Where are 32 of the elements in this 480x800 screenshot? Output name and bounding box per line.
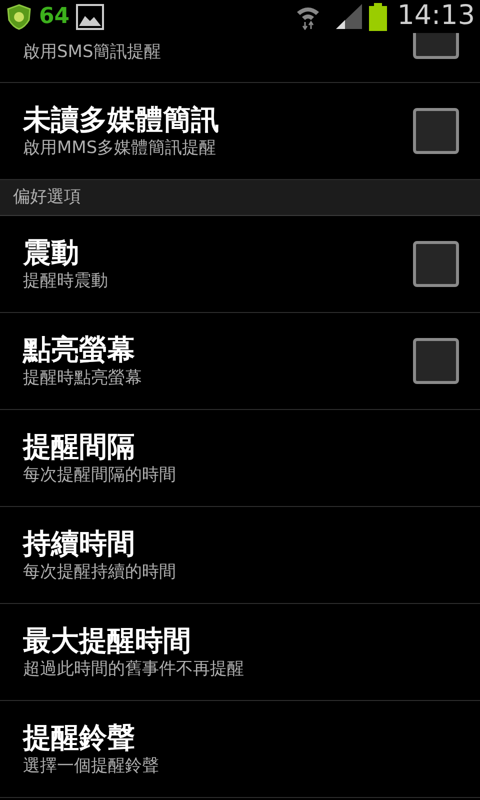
item-subtitle: 選擇一個提醒鈴聲 — [23, 755, 159, 777]
checkbox[interactable] — [413, 108, 459, 154]
item-subtitle: 啟用MMS多媒體簡訊提醒 — [23, 137, 218, 159]
checkbox[interactable] — [413, 241, 459, 287]
signal-icon — [335, 4, 364, 30]
item-subtitle: 啟用SMS簡訊提醒 — [23, 41, 162, 63]
item-title: 震動 — [23, 236, 80, 270]
item-title: 提醒間隔 — [23, 430, 136, 464]
clock: 14:13 — [397, 0, 475, 34]
settings-row[interactable]: 震動 提醒時震動 — [0, 216, 480, 313]
item-title: 點亮螢幕 — [23, 333, 136, 367]
settings-row[interactable]: 點亮螢幕 提醒時點亮螢幕 — [0, 313, 480, 410]
item-subtitle: 超過此時間的舊事件不再提醒 — [23, 658, 244, 680]
checkbox[interactable] — [413, 33, 459, 59]
section-header-text: 偏好選項 — [13, 186, 81, 209]
battery-icon — [369, 2, 388, 30]
shield-icon — [5, 2, 33, 30]
item-subtitle: 每次提醒間隔的時間 — [23, 464, 176, 486]
item-title: 持續時間 — [23, 527, 136, 561]
item-subtitle: 每次提醒持續的時間 — [23, 561, 176, 583]
settings-row[interactable]: 持續時間 每次提醒持續的時間 — [0, 507, 480, 604]
settings-row[interactable]: 提醒鈴聲 選擇一個提醒鈴聲 — [0, 701, 480, 798]
settings-row[interactable]: 最大提醒時間 超過此時間的舊事件不再提醒 — [0, 604, 480, 701]
item-title: 最大提醒時間 — [23, 624, 192, 658]
notification-count: 64 — [39, 3, 70, 31]
settings-row[interactable]: 提醒間隔 每次提醒間隔的時間 — [0, 410, 480, 507]
image-icon — [76, 4, 104, 30]
checkbox[interactable] — [413, 338, 459, 384]
item-subtitle: 提醒時震動 — [23, 270, 108, 292]
item-subtitle: 提醒時點亮螢幕 — [23, 367, 142, 389]
item-title: 提醒鈴聲 — [23, 721, 136, 755]
item-title: 未讀多媒體簡訊 — [23, 103, 219, 137]
